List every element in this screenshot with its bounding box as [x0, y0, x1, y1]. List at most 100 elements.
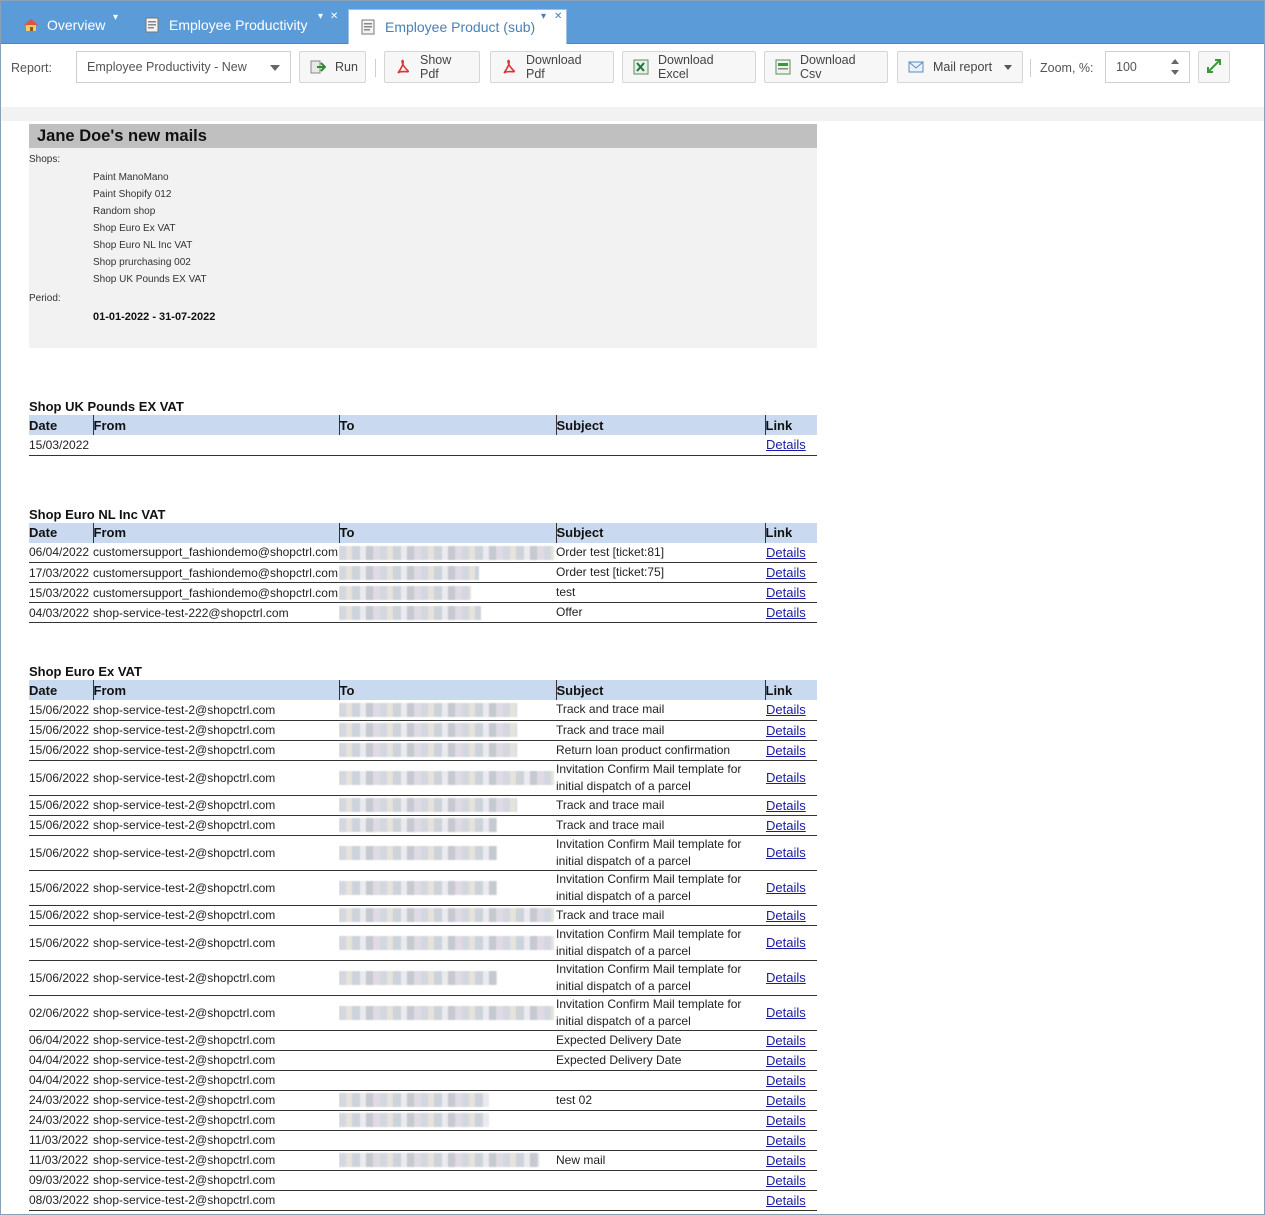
details-link[interactable]: Details [765, 1153, 806, 1168]
column-header: From [92, 415, 339, 435]
details-link[interactable]: Details [765, 908, 806, 923]
report-viewer-strip [1, 107, 1264, 121]
tab-menu-icon[interactable]: ▾ [113, 13, 118, 23]
subject-cell: Track and trace mail [556, 795, 765, 816]
details-link[interactable]: Details [765, 798, 806, 813]
report-document: Jane Doe's new mails Shops: Paint ManoMa… [29, 124, 817, 1214]
details-link[interactable]: Details [765, 437, 806, 452]
redacted-recipient [339, 908, 554, 923]
date-cell: 04/03/2022 [29, 1210, 93, 1214]
run-button[interactable]: Run [299, 51, 366, 83]
from-cell: shop-service-test-2@shopctrl.com [93, 760, 339, 796]
from-cell: shop-service-test-2@shopctrl.com [93, 905, 339, 926]
subject-cell: New mail [556, 1150, 765, 1171]
stepper-up-icon[interactable] [1171, 59, 1179, 64]
to-cell [339, 1090, 556, 1111]
app-window: Overview ▾ Employee Productivity ▾ ✕ Emp… [0, 0, 1265, 1215]
column-header: Subject [555, 680, 765, 700]
from-cell: shop-service-test-222@shopctrl.com [93, 602, 339, 623]
stepper-down-icon[interactable] [1171, 70, 1179, 75]
subject-cell [556, 435, 765, 456]
download-pdf-button[interactable]: Download Pdf [490, 51, 614, 83]
from-cell: shop-service-test-2@shopctrl.com [93, 815, 339, 836]
mail-report-button[interactable]: Mail report [897, 51, 1023, 83]
close-icon[interactable]: ✕ [554, 12, 562, 22]
details-link[interactable]: Details [765, 545, 806, 560]
show-pdf-button[interactable]: Show Pdf [384, 51, 480, 83]
from-cell: shop-service-test-2@shopctrl.com [93, 1110, 339, 1131]
subject-cell: Invitation Confirm Mail template for ini… [556, 870, 765, 906]
close-icon[interactable]: ✕ [330, 12, 338, 22]
details-link[interactable]: Details [765, 935, 806, 950]
details-link[interactable]: Details [765, 1193, 806, 1208]
download-excel-button[interactable]: Download Excel [622, 51, 756, 83]
from-cell: shop-service-test-2@shopctrl.com [93, 740, 339, 761]
link-cell: Details [765, 815, 817, 836]
report-select[interactable]: Employee Productivity - New [76, 51, 291, 83]
table-row: 02/06/2022 shop-service-test-2@shopctrl.c… [29, 995, 817, 1031]
shop-item: Shop prurchasing 002 [93, 257, 191, 268]
details-link[interactable]: Details [765, 1133, 806, 1148]
details-link[interactable]: Details [765, 1173, 806, 1188]
subject-cell [556, 1170, 765, 1191]
details-link[interactable]: Details [765, 605, 806, 620]
tab-menu-icon[interactable]: ▾ [541, 12, 546, 22]
link-cell: Details [765, 1050, 817, 1071]
details-link[interactable]: Details [765, 702, 806, 717]
from-cell: shop-service-test-2@shopctrl.com [93, 1130, 339, 1151]
mail-report-label: Mail report [933, 60, 993, 74]
tab-overview[interactable]: Overview ▾ [1, 7, 131, 43]
link-cell: Details [765, 835, 817, 871]
details-link[interactable]: Details [765, 1033, 806, 1048]
details-link[interactable]: Details [765, 845, 806, 860]
link-cell: Details [765, 1130, 817, 1151]
to-cell [339, 720, 556, 741]
details-link[interactable]: Details [765, 880, 806, 895]
from-cell: customersupport_fashiondemo@shopctrl.com [93, 562, 339, 583]
details-link[interactable]: Details [765, 565, 806, 580]
report-icon [361, 19, 377, 35]
details-link[interactable]: Details [765, 1073, 806, 1088]
link-cell: Details [765, 562, 817, 583]
subject-cell: Track and trace mail [556, 700, 765, 721]
details-link[interactable]: Details [765, 770, 806, 785]
from-cell [93, 435, 339, 456]
download-csv-button[interactable]: Download Csv [764, 51, 888, 83]
redacted-recipient [339, 1093, 489, 1108]
chevron-down-icon [1004, 65, 1012, 70]
subject-cell: Track and trace mail [556, 720, 765, 741]
details-link[interactable]: Details [765, 1113, 806, 1128]
details-link[interactable]: Details [765, 1053, 806, 1068]
fullscreen-button[interactable] [1198, 51, 1230, 83]
table-row: 15/06/2022 shop-service-test-2@shopctrl.c… [29, 760, 817, 796]
details-link[interactable]: Details [765, 723, 806, 738]
shop-item: Shop UK Pounds EX VAT [93, 274, 207, 285]
link-cell: Details [765, 1150, 817, 1171]
table-row: 15/06/2022 shop-service-test-2@shopctrl.c… [29, 835, 817, 871]
date-cell: 04/04/2022 [29, 1070, 93, 1091]
details-link[interactable]: Details [765, 818, 806, 833]
date-cell: 17/03/2022 [29, 562, 93, 583]
to-cell [339, 1030, 556, 1051]
zoom-input[interactable]: 100 [1105, 51, 1190, 83]
subject-cell: Return loan product confirmation [556, 740, 765, 761]
from-cell: shop-service-test-2@shopctrl.com [93, 1190, 339, 1211]
shop-item: Random shop [93, 206, 156, 217]
details-link[interactable]: Details [765, 1005, 806, 1020]
details-link[interactable]: Details [765, 1093, 806, 1108]
tab-menu-icon[interactable]: ▾ [318, 12, 323, 22]
toolbar: Report: Employee Productivity - New Run … [1, 45, 1264, 93]
to-cell [339, 905, 556, 926]
details-link[interactable]: Details [765, 970, 806, 985]
details-link[interactable]: Details [765, 743, 806, 758]
table-header-row: Date From To Subject Link [29, 415, 817, 435]
table-row: 04/03/2022 shop-service-test-222@shopctrl… [29, 602, 817, 623]
date-cell: 15/03/2022 [29, 435, 93, 456]
details-link[interactable]: Details [765, 585, 806, 600]
table-row: 15/03/2022 Details [29, 435, 817, 456]
redacted-recipient [339, 605, 481, 620]
date-cell: 15/06/2022 [29, 835, 93, 871]
tab-employee-product-sub[interactable]: Employee Product (sub) ▾ ✕ [348, 9, 567, 44]
to-cell [339, 1130, 556, 1151]
tab-employee-productivity[interactable]: Employee Productivity ▾ ✕ [125, 7, 345, 43]
